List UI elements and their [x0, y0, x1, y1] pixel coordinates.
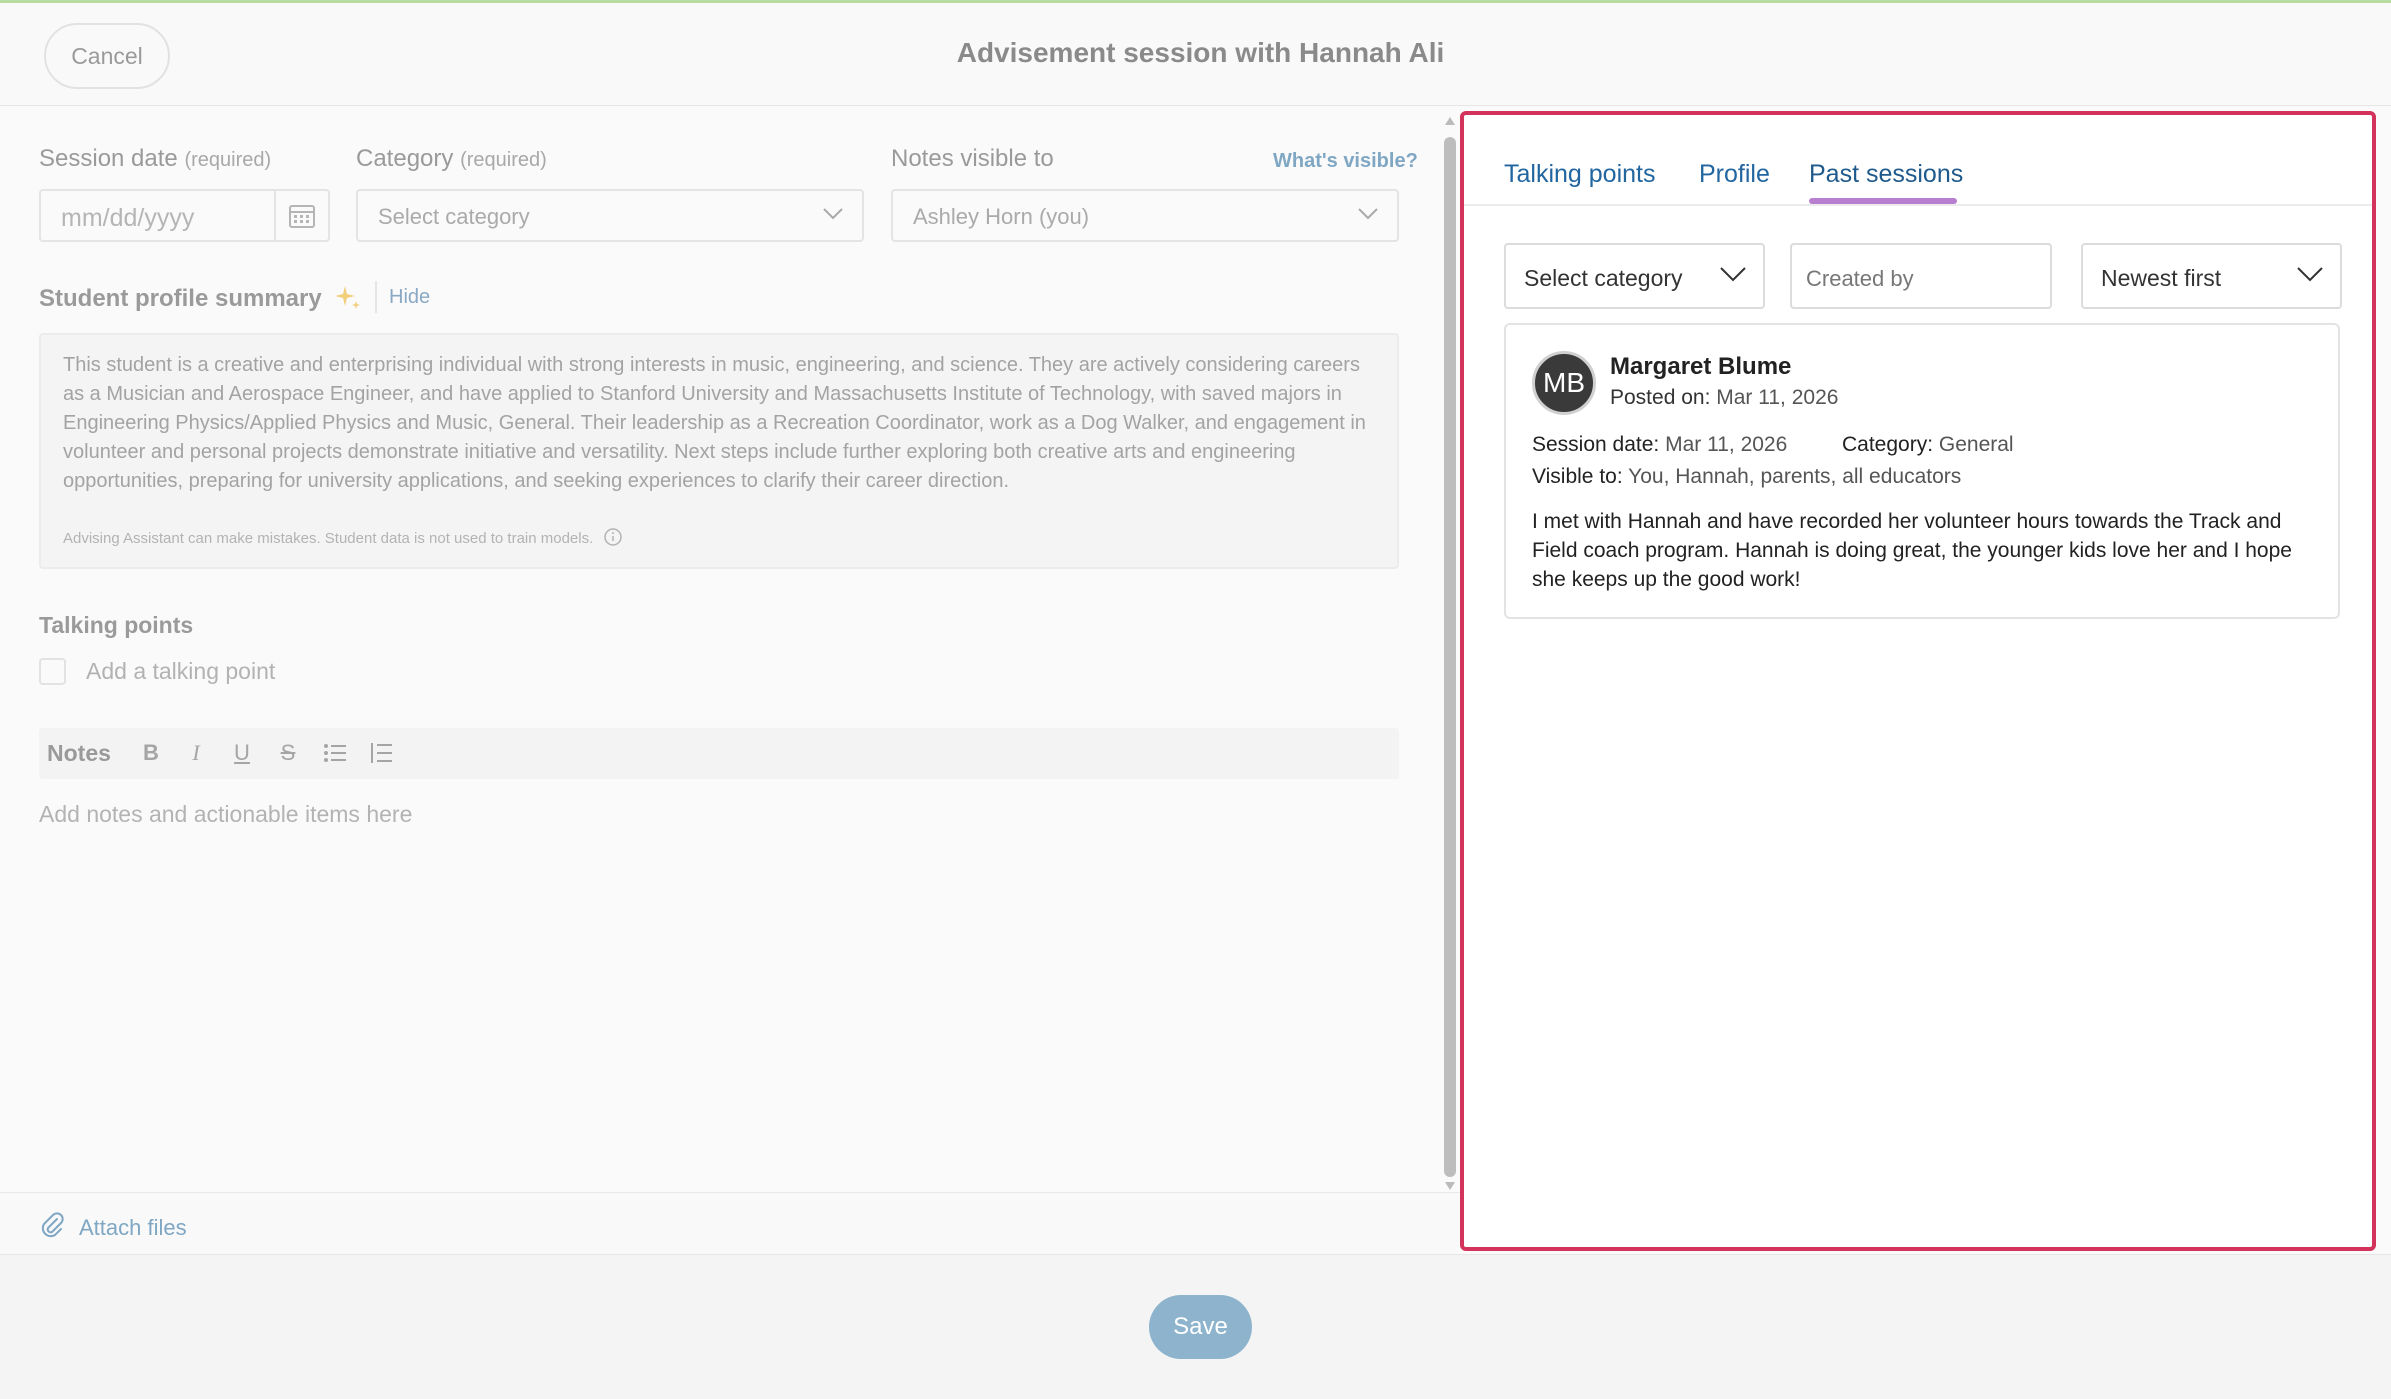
numbered-list-icon[interactable]: [367, 739, 395, 767]
category-filter-select[interactable]: Select category: [1504, 243, 1765, 309]
italic-button[interactable]: I: [182, 739, 210, 767]
calendar-icon[interactable]: [274, 191, 328, 240]
underline-button[interactable]: U: [228, 739, 256, 767]
student-profile-summary: This student is a creative and enterpris…: [39, 333, 1399, 569]
attach-files-link[interactable]: Attach files: [39, 1211, 187, 1245]
tab-profile[interactable]: Profile: [1699, 160, 1770, 189]
visible-to-label: Notes visible to: [891, 145, 1054, 172]
tab-past-sessions[interactable]: Past sessions: [1809, 160, 1963, 189]
session-date-placeholder: mm/dd/yyyy: [61, 204, 195, 232]
save-button[interactable]: Save: [1149, 1295, 1252, 1359]
chevron-down-icon: [822, 207, 844, 226]
ai-disclaimer: Advising Assistant can make mistakes. St…: [63, 527, 623, 551]
student-profile-summary-title: Student profile summary: [39, 285, 322, 312]
talking-points-title: Talking points: [39, 612, 194, 638]
posted-on: Posted on: Mar 11, 2026: [1610, 386, 1839, 409]
session-category-field: Category: General: [1842, 433, 2014, 456]
whats-visible-link[interactable]: What's visible?: [1273, 150, 1418, 173]
attach-bar: Attach files: [0, 1192, 1460, 1254]
strikethrough-button[interactable]: S: [274, 739, 302, 767]
notes-toolbar: Notes B I U S: [39, 728, 1399, 779]
tab-talking-points[interactable]: Talking points: [1504, 160, 1655, 189]
session-date-field: Session date: Mar 11, 2026: [1532, 433, 1788, 456]
sort-order-value: Newest first: [2101, 265, 2222, 291]
session-visible-to-field: Visible to: You, Hannah, parents, all ed…: [1532, 465, 1962, 488]
notes-editor[interactable]: Add notes and actionable items here: [39, 801, 412, 828]
add-talking-point-input[interactable]: Add a talking point: [86, 658, 275, 685]
category-select-value: Select category: [378, 204, 530, 229]
session-date-input[interactable]: mm/dd/yyyy: [39, 189, 330, 242]
chevron-down-icon: [2296, 265, 2324, 288]
side-panel: Talking points Profile Past sessions Sel…: [1460, 111, 2376, 1251]
talking-point-checkbox[interactable]: [39, 658, 66, 685]
chevron-down-icon: [1357, 207, 1379, 226]
sparkle-icon: [333, 283, 363, 318]
visible-to-select[interactable]: Ashley Horn (you): [891, 189, 1399, 242]
past-session-card: MB Margaret Blume Posted on: Mar 11, 202…: [1504, 323, 2340, 619]
scrollbar-thumb[interactable]: [1444, 137, 1456, 1177]
created-by-input[interactable]: Created by: [1790, 243, 2052, 309]
session-note-body: I met with Hannah and have recorded her …: [1532, 510, 2292, 591]
category-filter-value: Select category: [1524, 265, 1683, 291]
visible-to-value: Ashley Horn (you): [913, 204, 1090, 229]
page-title: Advisement session with Hannah Ali: [956, 37, 1445, 68]
session-date-label: Session date (required): [39, 145, 272, 172]
category-label: Category (required): [356, 145, 547, 172]
session-form: Session date (required) Category (requir…: [0, 107, 1456, 1192]
paperclip-icon: [39, 1211, 65, 1245]
info-icon[interactable]: [603, 527, 623, 551]
category-select[interactable]: Select category: [356, 189, 864, 242]
summary-text: This student is a creative and enterpris…: [63, 354, 1366, 492]
chevron-down-icon: [1719, 265, 1747, 288]
hide-summary-link[interactable]: Hide: [375, 281, 430, 313]
bold-button[interactable]: B: [137, 739, 165, 767]
avatar: MB: [1532, 351, 1596, 415]
notes-label: Notes: [47, 740, 111, 766]
created-by-placeholder: Created by: [1806, 266, 1914, 291]
bullet-list-icon[interactable]: [321, 739, 349, 767]
modal-footer: Save: [0, 1254, 2391, 1399]
modal-header: Cancel Advisement session with Hannah Al…: [0, 3, 2391, 106]
sort-order-select[interactable]: Newest first: [2081, 243, 2342, 309]
active-tab-indicator: [1809, 198, 1957, 204]
scroll-up-arrow[interactable]: [1444, 113, 1456, 131]
side-panel-tabs: Talking points Profile Past sessions: [1464, 115, 2372, 206]
session-author: Margaret Blume: [1610, 353, 1792, 380]
